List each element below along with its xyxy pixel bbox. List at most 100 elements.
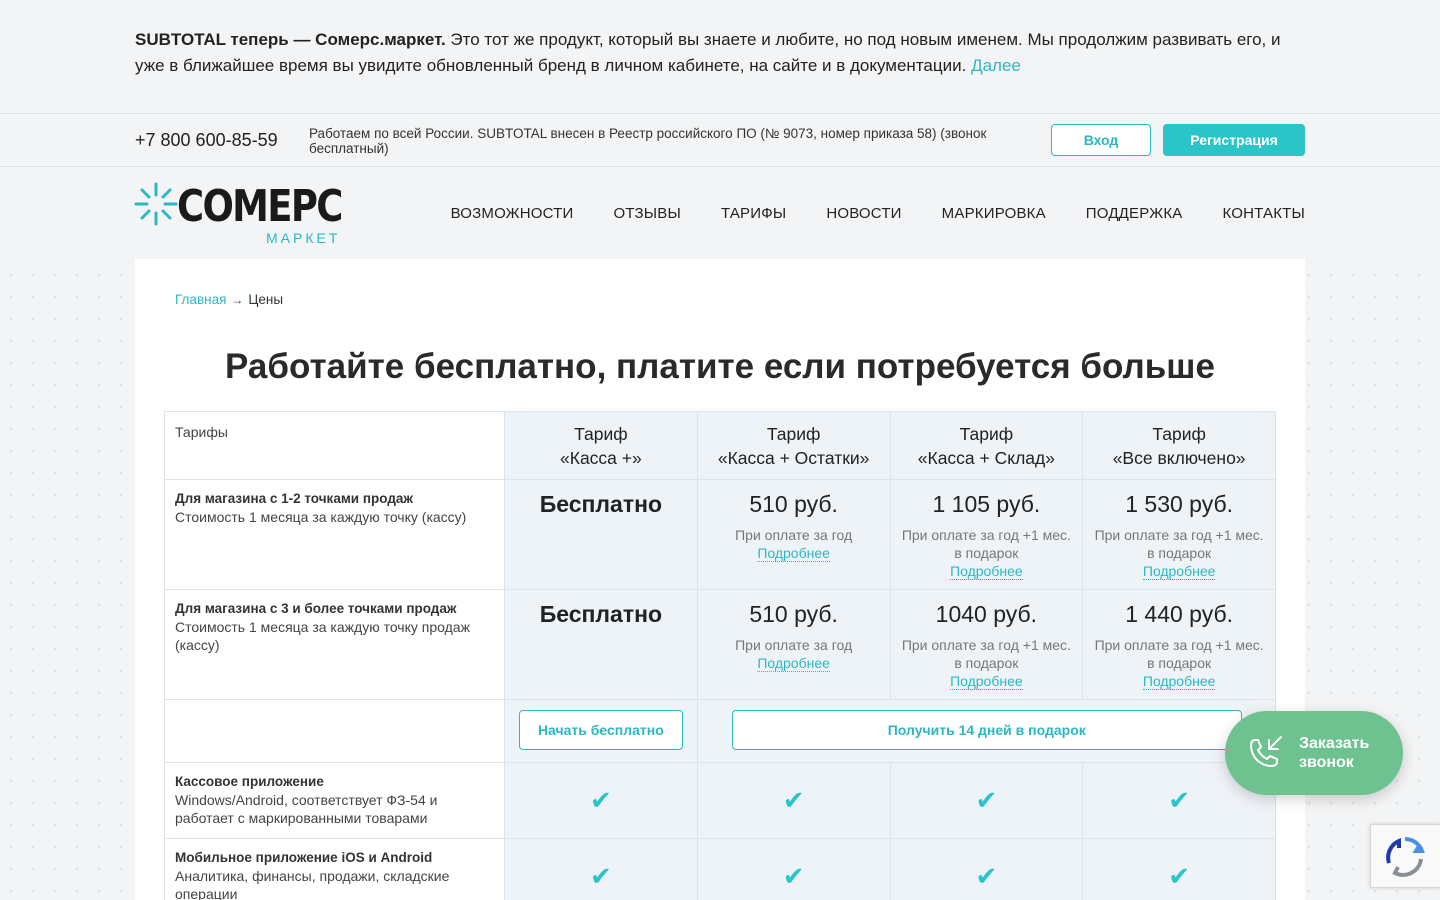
feature-cell: ✔	[696, 762, 891, 839]
plan-header-line2: «Касса + Склад»	[917, 448, 1055, 468]
announcement-text: SUBTOTAL теперь — Сомерс.маркет. Это тот…	[135, 27, 1305, 79]
price-value: Бесплатно	[539, 491, 663, 517]
cta-cell: Получить 14 дней в подарок	[696, 699, 1277, 763]
plan-header-line2: «Касса +»	[560, 448, 642, 468]
callback-label-line2: звонок	[1299, 754, 1354, 771]
plan-header-line1: Тариф	[574, 424, 628, 444]
row-label: Для магазина с 1-2 точками продаж Стоимо…	[164, 479, 505, 590]
check-icon: ✔	[589, 861, 612, 891]
plan-header-line2: «Все включено»	[1112, 448, 1246, 468]
callback-button[interactable]: Заказать звонок	[1225, 711, 1403, 795]
topbar: +7 800 600-85-59 Работаем по всей России…	[0, 115, 1440, 167]
more-link[interactable]: Подробнее	[1142, 673, 1216, 690]
recaptcha-badge[interactable]	[1370, 824, 1440, 888]
cta-cell: Начать бесплатно	[504, 699, 698, 763]
table-row: Кассовое приложение Windows/Android, соо…	[164, 762, 1276, 839]
check-icon: ✔	[782, 861, 805, 891]
nav-item-support[interactable]: ПОДДЕРЖКА	[1086, 205, 1183, 222]
logo-subtitle: МАРКЕТ	[266, 230, 341, 246]
check-icon: ✔	[589, 785, 612, 815]
plan-header-kassa-plus: Тариф «Касса +»	[504, 411, 698, 480]
phone-call-icon	[1250, 736, 1282, 767]
feature-cell: ✔	[889, 838, 1084, 900]
table-row: Мобильное приложение iOS и Android Анали…	[164, 838, 1276, 900]
cta-row: Начать бесплатно Получить 14 дней в пода…	[164, 699, 1277, 763]
row-label: Для магазина с 3 и более точками продаж …	[164, 589, 505, 700]
cta-label-cell	[164, 699, 505, 763]
price-note: При оплате за год +1 мес. в подарок	[901, 527, 1071, 561]
price-note: При оплате за год	[735, 527, 853, 543]
main-nav: ВОЗМОЖНОСТИ ОТЗЫВЫ ТАРИФЫ НОВОСТИ МАРКИР…	[451, 205, 1305, 222]
nav-item-contacts[interactable]: КОНТАКТЫ	[1222, 205, 1305, 222]
register-button[interactable]: Регистрация	[1163, 124, 1305, 156]
nav-item-features[interactable]: ВОЗМОЖНОСТИ	[451, 205, 574, 222]
feature-cell: ✔	[1082, 838, 1276, 900]
price-note: При оплате за год +1 мес. в подарок	[1094, 637, 1264, 671]
price-note: При оплате за год +1 мес. в подарок	[901, 637, 1071, 671]
breadcrumb-current: Цены	[248, 292, 284, 307]
plan-header-line2: «Касса + Остатки»	[717, 448, 870, 468]
more-link[interactable]: Подробнее	[950, 673, 1023, 690]
more-link[interactable]: Подробнее	[1142, 563, 1216, 580]
logo-wordmark: COMEPC	[177, 181, 343, 232]
plan-header-line1: Тариф	[959, 424, 1014, 444]
site-header: COMEPC МАРКЕТ ВОЗМОЖНОСТИ ОТЗЫВЫ ТАРИФЫ …	[0, 167, 1440, 259]
logo-burst-icon	[134, 182, 178, 226]
nav-item-reviews[interactable]: ОТЗЫВЫ	[613, 205, 680, 222]
plan-header-kassa-ostatki: Тариф «Касса + Остатки»	[696, 411, 891, 480]
check-icon: ✔	[1168, 861, 1191, 891]
nav-item-news[interactable]: НОВОСТИ	[826, 205, 901, 222]
price-cell: 1 440 руб. При оплате за год +1 мес. в п…	[1082, 589, 1276, 700]
breadcrumb: Главная → Цены	[175, 292, 283, 307]
row-description: Стоимость 1 месяца за каждую точку прода…	[175, 619, 470, 653]
announcement-bold: SUBTOTAL теперь — Сомерс.маркет.	[135, 30, 446, 49]
table-row: Для магазина с 1-2 точками продаж Стоимо…	[164, 479, 1276, 590]
pricing-table: Тарифы Тариф «Касса +» Тариф «Касса + Оста…	[164, 411, 1277, 900]
breadcrumb-arrow: →	[231, 293, 244, 307]
recaptcha-icon	[1386, 836, 1425, 877]
plan-header-line1: Тариф	[766, 424, 821, 444]
check-icon: ✔	[975, 861, 998, 891]
more-link[interactable]: Подробнее	[950, 563, 1023, 580]
row-title: Для магазина с 1-2 точками продаж	[175, 491, 413, 506]
price-value: 510 руб.	[749, 491, 838, 517]
phone-number[interactable]: +7 800 600-85-59	[135, 130, 278, 151]
announcement-more-link[interactable]: Далее	[971, 56, 1021, 75]
row-title: Для магазина с 3 и более точками продаж	[175, 601, 457, 616]
row-description: Аналитика, финансы, продажи, складские о…	[175, 868, 450, 900]
row-description: Стоимость 1 месяца за каждую точку (касс…	[175, 509, 467, 525]
plan-header-all-inclusive: Тариф «Все включено»	[1082, 411, 1276, 480]
check-icon: ✔	[975, 785, 998, 815]
login-button[interactable]: Вход	[1051, 124, 1151, 156]
table-row: Для магазина с 3 и более точками продаж …	[164, 589, 1276, 700]
tariffs-label: Тарифы	[164, 411, 505, 480]
breadcrumb-home[interactable]: Главная	[175, 292, 226, 307]
pricing-card: Главная → Цены Работайте бесплатно, платит…	[135, 259, 1305, 900]
more-link[interactable]: Подробнее	[757, 655, 830, 672]
row-title: Кассовое приложение	[175, 774, 324, 789]
price-value: Бесплатно	[539, 601, 663, 627]
get-gift-button[interactable]: Получить 14 дней в подарок	[731, 710, 1242, 750]
plan-header-line1: Тариф	[1152, 424, 1206, 444]
price-value: 1 105 руб.	[932, 491, 1041, 517]
check-icon: ✔	[782, 785, 805, 815]
price-cell: 510 руб. При оплате за год Подробнее	[696, 589, 891, 700]
row-title: Мобильное приложение iOS и Android	[175, 850, 433, 865]
nav-item-pricing[interactable]: ТАРИФЫ	[721, 205, 786, 222]
price-note: При оплате за год	[735, 637, 853, 653]
start-free-button[interactable]: Начать бесплатно	[518, 710, 683, 750]
row-label: Кассовое приложение Windows/Android, соо…	[164, 762, 505, 839]
check-icon: ✔	[1168, 785, 1191, 815]
price-cell: Бесплатно	[504, 589, 698, 700]
page-title: Работайте бесплатно, платите если потреб…	[225, 347, 1215, 386]
nav-item-marking[interactable]: МАРКИРОВКА	[942, 205, 1046, 222]
topbar-info: Работаем по всей России. SUBTOTAL внесен…	[309, 126, 987, 156]
price-note: При оплате за год +1 мес. в подарок	[1094, 527, 1264, 561]
more-link[interactable]: Подробнее	[757, 545, 830, 562]
price-cell: 1040 руб. При оплате за год +1 мес. в по…	[889, 589, 1084, 700]
feature-cell: ✔	[696, 838, 891, 900]
feature-cell: ✔	[504, 762, 698, 839]
price-value: 1 440 руб.	[1125, 601, 1234, 627]
logo[interactable]: COMEPC МАРКЕТ	[134, 181, 343, 247]
callback-label-line1: Заказать	[1299, 735, 1370, 752]
